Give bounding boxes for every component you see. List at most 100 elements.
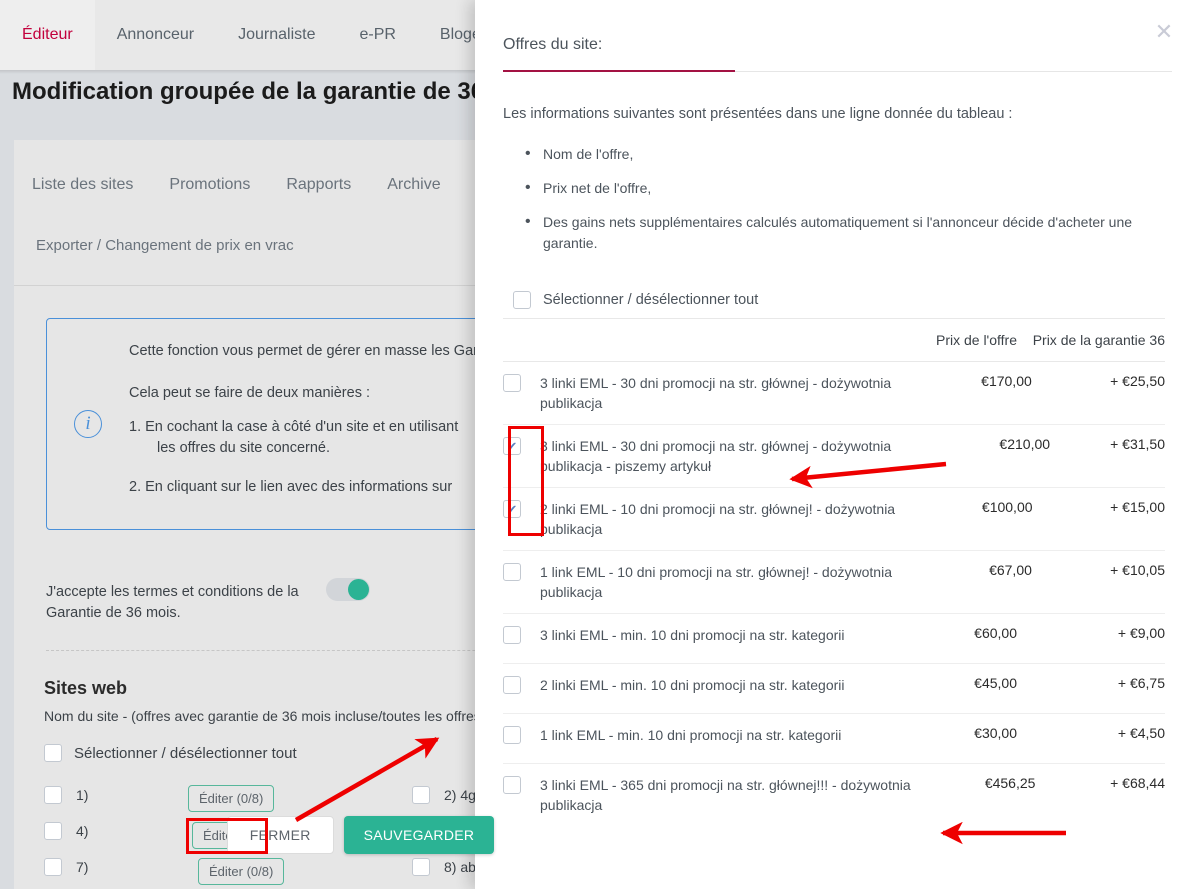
row-guarantee-price: + €25,50 bbox=[1110, 373, 1165, 389]
row-checkbox[interactable] bbox=[503, 563, 521, 581]
table-row[interactable]: 2 linki EML - min. 10 dni promocji na st… bbox=[503, 664, 1165, 714]
close-icon[interactable]: ✕ bbox=[1152, 20, 1176, 44]
row-offer-price: €100,00 bbox=[981, 499, 1033, 515]
sauvegarder-button[interactable]: SAUVEGARDER bbox=[343, 816, 495, 854]
row-offer-name: 1 link EML - 10 dni promocji na str. głó… bbox=[540, 564, 892, 600]
nav-tab-epr[interactable]: e-PR bbox=[337, 0, 417, 70]
row-offer-price: €456,25 bbox=[984, 775, 1036, 791]
offers-select-all-row[interactable]: Sélectionner / désélectionner tout bbox=[513, 291, 758, 309]
subtab-liste-des-sites[interactable]: Liste des sites bbox=[14, 176, 151, 194]
modal-title-rule bbox=[735, 71, 1172, 72]
site-index: 1) bbox=[76, 787, 89, 803]
nav-tab-label: e-PR bbox=[359, 26, 396, 43]
row-guarantee-price: + €68,44 bbox=[1110, 775, 1165, 791]
info-line-2: Cela peut se faire de deux manières : bbox=[129, 385, 370, 401]
sites-section-subtitle: Nom du site - (offres avec garantie de 3… bbox=[44, 708, 486, 724]
info-item-1a: 1. En cochant la case à côté d'un site e… bbox=[129, 419, 459, 435]
modal-title: Offres du site: bbox=[503, 36, 603, 53]
offers-table: Prix de l'offre Prix de la garantie 36 3… bbox=[503, 318, 1165, 826]
nav-tab-annonceur[interactable]: Annonceur bbox=[95, 0, 216, 70]
nav-tab-journaliste[interactable]: Journaliste bbox=[216, 0, 337, 70]
row-checkbox[interactable] bbox=[503, 726, 521, 744]
nav-tab-editeur[interactable]: Éditeur bbox=[0, 0, 95, 70]
offers-select-all-checkbox[interactable] bbox=[513, 291, 531, 309]
sites-select-all-label: Sélectionner / désélectionner tout bbox=[74, 744, 297, 762]
subtab-promotions[interactable]: Promotions bbox=[151, 176, 268, 194]
row-guarantee-price: + €15,00 bbox=[1110, 499, 1165, 515]
subtab-rapports[interactable]: Rapports bbox=[268, 176, 369, 194]
info-line-1: Cette fonction vous permet de gérer en m… bbox=[129, 343, 478, 359]
breadcrumb[interactable]: Exporter / Changement de prix en vrac bbox=[36, 237, 294, 254]
row-checkbox[interactable] bbox=[503, 626, 521, 644]
row-checkbox[interactable] bbox=[503, 676, 521, 694]
bullet-item: Prix net de l'offre, bbox=[521, 177, 1171, 199]
page-title: Modification groupée de la garantie de 3… bbox=[12, 78, 547, 105]
row-offer-name: 2 linki EML - 10 dni promocji na str. gł… bbox=[540, 501, 896, 537]
subtab-archive[interactable]: Archive bbox=[369, 176, 458, 194]
info-item-1b: les offres du site concerné. bbox=[157, 440, 331, 456]
accept-terms-toggle[interactable] bbox=[326, 578, 370, 601]
nav-tab-label: Journaliste bbox=[238, 26, 316, 43]
row-offer-price: €60,00 bbox=[974, 625, 1017, 641]
modal-footer: FERMER SAUVEGARDER bbox=[0, 816, 721, 854]
bullet-item: Nom de l'offre, bbox=[521, 143, 1171, 165]
row-offer-name: 2 linki EML - min. 10 dni promocji na st… bbox=[540, 677, 845, 693]
table-row[interactable]: 3 linki EML - 30 dni promocji na str. gł… bbox=[503, 425, 1165, 488]
row-checkbox-checked[interactable] bbox=[503, 500, 521, 518]
toggle-knob bbox=[348, 579, 369, 600]
info-icon: i bbox=[74, 410, 102, 438]
info-item-2: 2. En cliquant sur le lien avec des info… bbox=[129, 479, 453, 495]
sites-select-all-checkbox[interactable] bbox=[44, 744, 62, 762]
site-checkbox[interactable] bbox=[412, 786, 430, 804]
screenshot-root: Éditeur Annonceur Journaliste e-PR Bloge… bbox=[0, 0, 1196, 889]
site-checkbox[interactable] bbox=[44, 858, 62, 876]
row-guarantee-price: + €10,05 bbox=[1110, 562, 1165, 578]
accept-terms-label: J'accepte les termes et conditions de la… bbox=[46, 584, 299, 621]
site-row: 2) 4g bbox=[412, 786, 476, 804]
row-guarantee-price: + €6,75 bbox=[1117, 675, 1165, 691]
site-row: 1) bbox=[44, 786, 88, 804]
table-row[interactable]: 3 linki EML - min. 10 dni promocji na st… bbox=[503, 614, 1165, 664]
nav-tab-label: Éditeur bbox=[22, 26, 73, 43]
bullet-item: Des gains nets supplémentaires calculés … bbox=[521, 211, 1171, 254]
row-guarantee-price: + €9,00 bbox=[1117, 625, 1165, 641]
row-offer-price: €45,00 bbox=[974, 675, 1017, 691]
site-index: 2) 4g bbox=[444, 787, 476, 803]
table-row[interactable]: 1 link EML - min. 10 dni promocji na str… bbox=[503, 714, 1165, 764]
site-checkbox[interactable] bbox=[44, 786, 62, 804]
offers-table-header: Prix de l'offre Prix de la garantie 36 bbox=[503, 318, 1165, 362]
sites-select-all-row[interactable]: Sélectionner / désélectionner tout bbox=[44, 744, 297, 762]
row-offer-name: 3 linki EML - min. 10 dni promocji na st… bbox=[540, 627, 845, 643]
sub-tab-bar: Liste des sites Promotions Rapports Arch… bbox=[14, 162, 513, 207]
table-row[interactable]: 1 link EML - 10 dni promocji na str. głó… bbox=[503, 551, 1165, 614]
modal-title-underline bbox=[503, 70, 735, 72]
site-index: 8) ab bbox=[444, 859, 476, 875]
row-offer-price: €210,00 bbox=[999, 436, 1051, 452]
site-index: 7) bbox=[76, 859, 89, 875]
row-offer-price: €170,00 bbox=[981, 373, 1032, 389]
row-offer-name: 1 link EML - min. 10 dni promocji na str… bbox=[540, 727, 842, 743]
row-checkbox-checked[interactable] bbox=[503, 437, 521, 455]
site-row: 8) ab bbox=[412, 858, 476, 876]
row-guarantee-price: + €31,50 bbox=[1110, 436, 1165, 452]
row-offer-price: €67,00 bbox=[989, 562, 1032, 578]
table-row[interactable]: 3 linki EML - 30 dni promocji na str. gł… bbox=[503, 362, 1165, 425]
site-edit-button[interactable]: Éditer (0/8) bbox=[188, 785, 275, 812]
modal-bullet-list: Nom de l'offre, Prix net de l'offre, Des… bbox=[521, 143, 1171, 267]
modal-intro-text: Les informations suivantes sont présenté… bbox=[503, 106, 1013, 122]
table-row[interactable]: 2 linki EML - 10 dni promocji na str. gł… bbox=[503, 488, 1165, 551]
row-checkbox[interactable] bbox=[503, 776, 521, 794]
site-edit-button[interactable]: Éditer (0/8) bbox=[198, 858, 285, 885]
row-guarantee-price: + €4,50 bbox=[1117, 725, 1165, 741]
site-checkbox[interactable] bbox=[412, 858, 430, 876]
row-checkbox[interactable] bbox=[503, 374, 521, 392]
sites-section-title: Sites web bbox=[44, 678, 128, 698]
offers-select-all-label: Sélectionner / désélectionner tout bbox=[543, 292, 759, 308]
row-offer-name: 3 linki EML - 365 dni promocji na str. g… bbox=[540, 777, 911, 813]
row-offer-price: €30,00 bbox=[974, 725, 1017, 741]
site-row: 7) bbox=[44, 858, 88, 876]
nav-tab-label: Annonceur bbox=[116, 26, 195, 43]
header-guarantee: Prix de la garantie 36 bbox=[1032, 332, 1165, 348]
fermer-button[interactable]: FERMER bbox=[226, 816, 334, 854]
row-offer-name: 3 linki EML - 30 dni promocji na str. gł… bbox=[540, 375, 892, 411]
